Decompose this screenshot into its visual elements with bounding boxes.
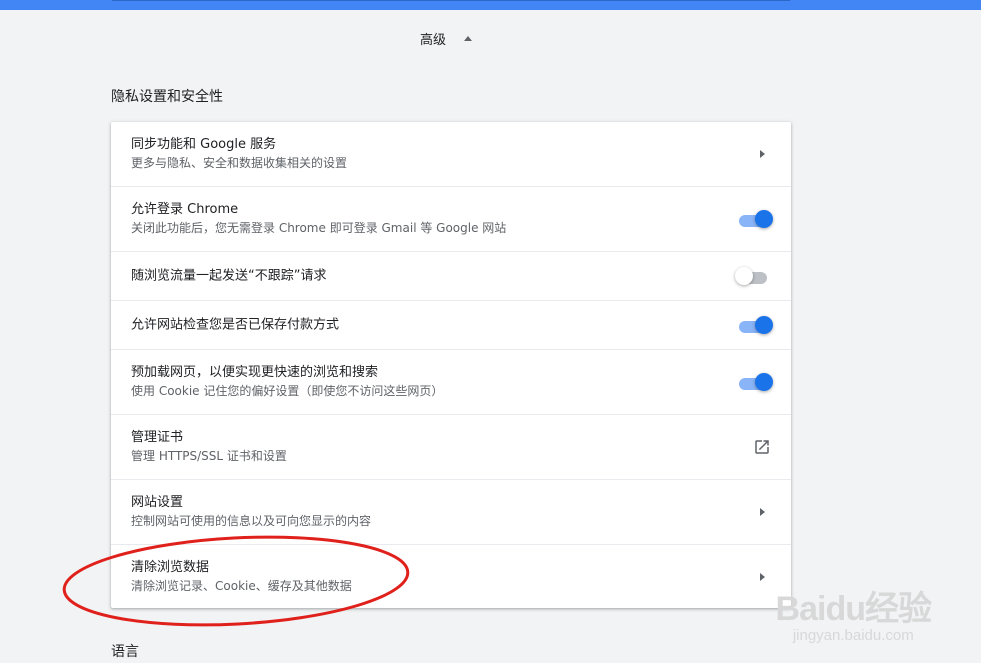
advanced-section-header: 高级 xyxy=(0,28,981,48)
row-text: 同步功能和 Google 服务更多与隐私、安全和数据收集相关的设置 xyxy=(131,135,721,173)
row-text: 允许网站检查您是否已保存付款方式 xyxy=(131,316,721,335)
row-subtitle: 使用 Cookie 记住您的偏好设置（即使您不访问这些网页） xyxy=(131,384,444,398)
arrow-right-icon[interactable] xyxy=(760,508,771,516)
settings-row-manage-certificates[interactable]: 管理证书管理 HTTPS/SSL 证书和设置 xyxy=(111,414,791,479)
privacy-settings-card: 同步功能和 Google 服务 更多与隐私、安全和数据收集相关的设置 允许登录 Ch… xyxy=(111,122,791,608)
advanced-label: 高级 xyxy=(420,32,447,48)
watermark-logo: Baidu经验 xyxy=(775,590,932,628)
row-text: 允许登录 Chrome 关闭此功能后，您无需登录 Chrome 即可登录 Gmai… xyxy=(131,200,721,238)
row-title: 清除浏览数据 xyxy=(131,559,210,575)
privacy-section-title: 隐私设置和安全性 xyxy=(111,89,223,105)
settings-row-do-not-track[interactable]: 随浏览流量一起发送“不跟踪”请求 xyxy=(111,251,791,300)
settings-row-preload-pages[interactable]: 预加载网页，以便实现更快速的浏览和搜索使用 Cookie 记住您的偏好设置（即使… xyxy=(111,349,791,414)
language-section-title: 语言 xyxy=(111,644,139,660)
advanced-toggle-button[interactable]: 高级 xyxy=(420,28,473,48)
row-text: 预加载网页，以便实现更快速的浏览和搜索使用 Cookie 记住您的偏好设置（即使… xyxy=(131,363,721,401)
row-text: 随浏览流量一起发送“不跟踪”请求 xyxy=(131,267,721,286)
row-subtitle: 更多与隐私、安全和数据收集相关的设置 xyxy=(131,156,348,170)
row-text: 清除浏览数据清除浏览记录、Cookie、缓存及其他数据 xyxy=(131,558,721,596)
row-subtitle: 清除浏览记录、Cookie、缓存及其他数据 xyxy=(131,578,352,593)
arrow-right-icon[interactable] xyxy=(760,572,771,581)
toggle-switch[interactable] xyxy=(735,266,771,286)
settings-row-clear-browsing-data[interactable]: 清除浏览数据清除浏览记录、Cookie、缓存及其他数据 xyxy=(111,544,791,608)
top-search-bar-edge xyxy=(0,0,981,10)
toggle-switch[interactable] xyxy=(737,209,773,229)
row-title: 网站设置 xyxy=(131,495,184,510)
row-title: 管理证书 xyxy=(131,430,184,445)
row-subtitle: 关闭此功能后，您无需登录 Chrome 即可登录 Gmail 等 Google … xyxy=(131,221,507,235)
row-subtitle: 控制网站可使用的信息以及可向您显示的内容 xyxy=(131,514,372,528)
row-text: 网站设置控制网站可使用的信息以及可向您显示的内容 xyxy=(131,493,721,531)
external-link-icon[interactable] xyxy=(753,438,771,456)
settings-row-allow-chrome-signin[interactable]: 允许登录 Chrome 关闭此功能后，您无需登录 Chrome 即可登录 Gmai… xyxy=(111,186,791,251)
toggle-switch[interactable] xyxy=(737,372,773,392)
baidu-watermark: Baidu经验 jingyan.baidu.com xyxy=(775,590,932,645)
settings-row-payment-methods-check[interactable]: 允许网站检查您是否已保存付款方式 xyxy=(111,300,791,349)
toggle-switch[interactable] xyxy=(737,315,773,335)
search-box-edge xyxy=(112,0,790,1)
caret-up-icon xyxy=(464,35,473,41)
row-subtitle: 管理 HTTPS/SSL 证书和设置 xyxy=(131,449,287,463)
watermark-url: jingyan.baidu.com xyxy=(792,627,914,644)
row-title: 预加载网页，以便实现更快速的浏览和搜索 xyxy=(131,365,379,380)
row-title: 允许登录 Chrome xyxy=(131,202,239,217)
row-title: 允许网站检查您是否已保存付款方式 xyxy=(131,317,340,333)
settings-row-site-settings[interactable]: 网站设置控制网站可使用的信息以及可向您显示的内容 xyxy=(111,479,791,544)
row-title: 随浏览流量一起发送“不跟踪”请求 xyxy=(131,268,327,284)
row-text: 管理证书管理 HTTPS/SSL 证书和设置 xyxy=(131,428,721,466)
arrow-right-icon[interactable] xyxy=(760,150,771,158)
settings-row-sync-google-services[interactable]: 同步功能和 Google 服务更多与隐私、安全和数据收集相关的设置 xyxy=(111,122,791,186)
row-title: 同步功能和 Google 服务 xyxy=(131,137,277,152)
